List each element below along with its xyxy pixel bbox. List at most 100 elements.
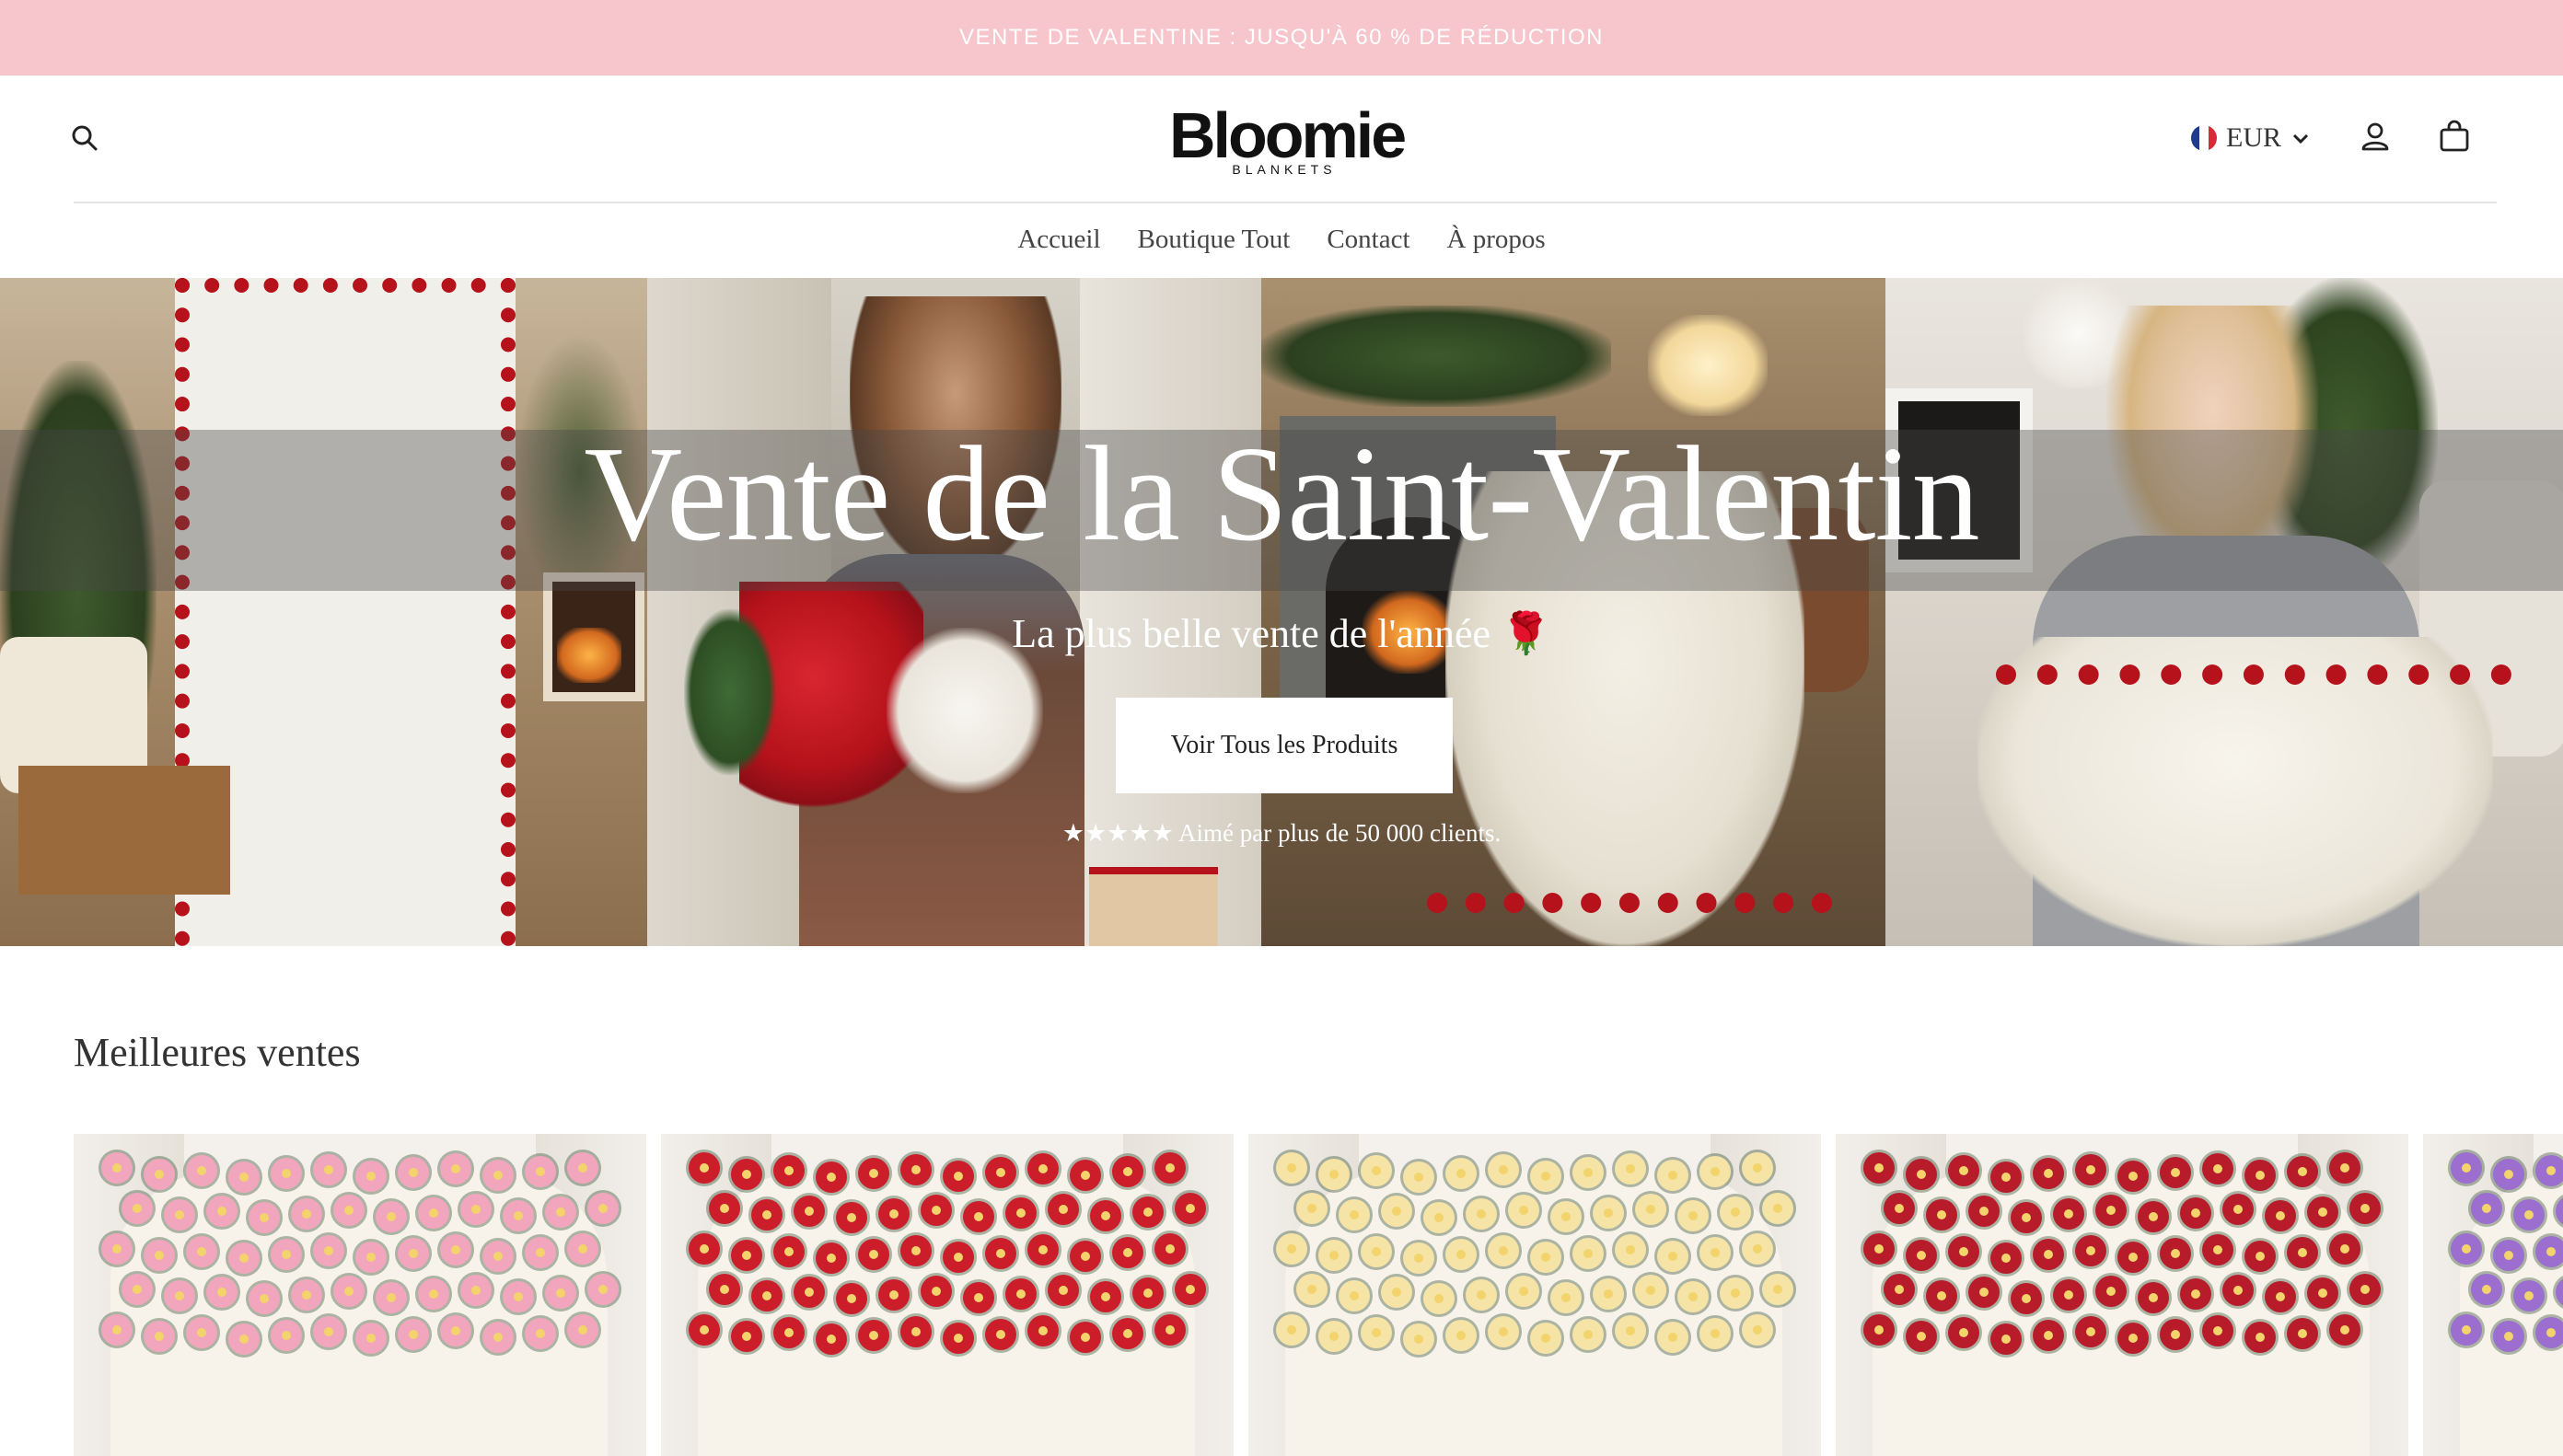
crochet-flower <box>985 1238 1016 1269</box>
product-card[interactable] <box>661 1134 1234 1456</box>
crochet-flower <box>1906 1240 1937 1271</box>
crochet-flower <box>2535 1236 2563 1267</box>
crochet-flower <box>1990 1323 2022 1355</box>
crochet-flower <box>1445 1239 1477 1270</box>
product-image <box>1836 1134 2408 1456</box>
crochet-flower <box>186 1317 217 1348</box>
crochet-flower <box>878 1279 910 1311</box>
crochet-flower <box>2075 1316 2106 1347</box>
crochet-flower <box>460 1275 492 1306</box>
cart-button[interactable] <box>2434 116 2475 156</box>
product-card[interactable] <box>2423 1134 2563 1456</box>
crochet-flower <box>101 1233 133 1265</box>
crochet-flower <box>2244 1322 2276 1353</box>
crochet-flower <box>709 1193 740 1224</box>
crochet-flower <box>206 1196 238 1227</box>
crochet-flower <box>122 1193 153 1224</box>
crochet-flower <box>1657 1322 1688 1353</box>
crochet-flower <box>101 1314 133 1346</box>
crochet-flower <box>1762 1274 1793 1305</box>
crochet-flower <box>943 1161 974 1192</box>
crochet-flower <box>440 1234 471 1265</box>
product-card[interactable] <box>1836 1134 2408 1456</box>
crochet-flower <box>794 1196 825 1227</box>
crochet-flower <box>1742 1314 1773 1346</box>
crochet-flower <box>773 1236 805 1267</box>
currency-selector[interactable]: EUR <box>2191 120 2311 156</box>
crochet-flower <box>2307 1196 2338 1228</box>
currency-label: EUR <box>2226 122 2281 153</box>
crochet-flower <box>418 1197 449 1229</box>
crochet-flower <box>313 1316 344 1347</box>
crochet-flower <box>1445 1320 1477 1351</box>
crochet-flower <box>2535 1317 2563 1348</box>
crochet-flower <box>1572 1157 1604 1188</box>
crochet-flower <box>525 1237 556 1268</box>
crochet-flower <box>1318 1240 1350 1271</box>
crochet-flower <box>1742 1152 1773 1184</box>
crochet-flower <box>900 1316 932 1347</box>
crochet-flower <box>2244 1160 2276 1191</box>
product-image <box>661 1134 1234 1456</box>
crochet-flower <box>1906 1321 1937 1352</box>
crochet-flower <box>1990 1161 2022 1193</box>
crochet-flower <box>1657 1241 1688 1272</box>
bestsellers-carousel <box>74 1134 2563 1456</box>
crochet-flower <box>689 1314 720 1346</box>
crochet-flower <box>545 1277 576 1309</box>
nav-item-contact[interactable]: Contact <box>1327 225 1409 255</box>
crochet-flower <box>1488 1154 1519 1185</box>
crochet-flower <box>482 1241 514 1272</box>
crochet-flower <box>1948 1236 1979 1267</box>
crochet-flower <box>144 1159 175 1190</box>
crochet-flower <box>313 1154 344 1185</box>
crochet-flower <box>773 1155 805 1186</box>
crochet-flower <box>858 1239 889 1270</box>
crochet-flower <box>1488 1316 1519 1347</box>
view-all-products-button[interactable]: Voir Tous les Produits <box>1116 698 1453 793</box>
crochet-flower <box>1381 1277 1412 1308</box>
nav-item-a-propos[interactable]: À propos <box>1447 225 1546 255</box>
crochet-flower <box>1593 1197 1624 1229</box>
crochet-flower <box>1635 1275 1666 1306</box>
account-button[interactable] <box>2355 116 2395 156</box>
crochet-flower <box>943 1242 974 1273</box>
crochet-flower <box>751 1199 783 1231</box>
crochet-flower <box>2349 1274 2381 1305</box>
crochet-flower <box>333 1276 365 1307</box>
crochet-flower <box>206 1277 238 1308</box>
crochet-flower <box>1339 1199 1370 1231</box>
crochet-flower <box>482 1322 514 1353</box>
crochet-flower <box>963 1282 994 1313</box>
crochet-flower <box>2513 1280 2545 1312</box>
crochet-flower <box>2471 1274 2502 1305</box>
crochet-flower <box>1276 1314 1307 1346</box>
crochet-flower <box>1175 1193 1206 1224</box>
crochet-flower <box>2202 1315 2233 1346</box>
crochet-flower <box>228 1161 260 1193</box>
crochet-flower <box>2349 1193 2381 1224</box>
crochet-flower <box>1863 1233 1895 1265</box>
logo[interactable]: Bloomie BLANKETS <box>1169 103 1407 177</box>
crochet-flower <box>228 1242 260 1274</box>
crochet-flower <box>858 1320 889 1351</box>
crochet-flower <box>985 1319 1016 1350</box>
crochet-flower <box>418 1278 449 1310</box>
crochet-flower <box>1132 1196 1164 1228</box>
crochet-flower <box>1762 1193 1793 1224</box>
crochet-flower <box>1403 1161 1434 1193</box>
crochet-flower <box>164 1199 195 1231</box>
product-card[interactable] <box>74 1134 646 1456</box>
nav-item-boutique[interactable]: Boutique Tout <box>1138 225 1291 255</box>
crochet-flower <box>689 1233 720 1265</box>
flag-france-icon <box>2191 125 2217 151</box>
crochet-flower <box>1027 1234 1059 1265</box>
crochet-flower <box>271 1158 302 1189</box>
hero-title: Vente de la Saint-Valentin <box>584 419 1979 570</box>
crochet-flower <box>1048 1275 1079 1306</box>
crochet-flower <box>1296 1274 1328 1305</box>
product-card[interactable] <box>1248 1134 1821 1456</box>
search-button[interactable] <box>66 120 103 156</box>
nav-item-accueil[interactable]: Accueil <box>1017 225 1100 255</box>
crochet-flower <box>2095 1195 2127 1226</box>
